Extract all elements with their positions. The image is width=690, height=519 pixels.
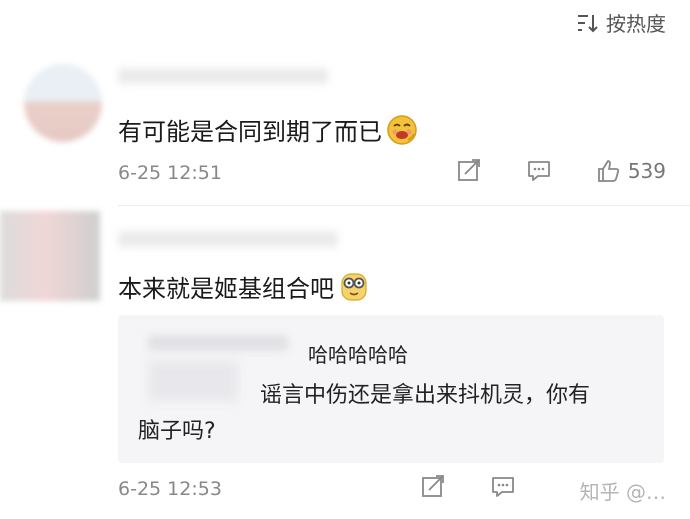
reply-button[interactable]: [490, 474, 516, 500]
username-blurred[interactable]: [118, 231, 338, 247]
avatar[interactable]: [24, 64, 102, 142]
like-count: 539: [627, 159, 666, 183]
username-blurred[interactable]: [118, 68, 328, 84]
reply-username-blurred[interactable]: [148, 335, 288, 351]
like-button[interactable]: 539: [596, 158, 666, 184]
share-button[interactable]: [420, 474, 446, 500]
comment-item: 有可能是合同到期了而已 6-25 12:51 539: [0, 54, 690, 204]
comment-screen: 按热度 有可能是合同到期了而已 6-25 12:51 539 本来就是姬基组合吧…: [0, 0, 690, 519]
reply-text-line: 谣言中伤还是拿出来抖机灵，你有: [260, 383, 591, 408]
comment-bubble-icon: [527, 161, 550, 181]
share-button[interactable]: [456, 158, 482, 184]
avatar[interactable]: [0, 211, 100, 301]
thumbs-up-icon: [597, 160, 619, 182]
comment-body: 有可能是合同到期了而已: [118, 118, 382, 146]
comment-time: 6-25 12:51: [118, 162, 222, 184]
comment-body: 本来就是姬基组合吧: [118, 275, 334, 303]
comment-text: 本来就是姬基组合吧: [118, 269, 370, 304]
comment-meta: 6-25 12:51 539: [118, 159, 666, 184]
share-icon: [422, 475, 444, 497]
reply-button[interactable]: [526, 158, 552, 184]
giggle-emoji-icon: [387, 115, 417, 145]
comment-bubble-icon: [492, 477, 514, 497]
comment-meta: 6-25 12:53 知乎 @…: [118, 475, 666, 504]
sort-label: 按热度: [606, 12, 666, 36]
watermark-text: 知乎 @…: [579, 480, 666, 504]
reply-blurred-block: [148, 361, 238, 401]
comment-item: 本来就是姬基组合吧 哈哈哈哈哈 谣言中伤还是拿出来抖机灵，你有 脑子吗? 6-2…: [0, 205, 690, 519]
glasses-emoji-icon: [341, 273, 367, 301]
reply-text-line: 脑子吗?: [138, 419, 216, 444]
sort-by-heat-button[interactable]: 按热度: [576, 8, 666, 37]
reply-text-line: 哈哈哈哈哈: [308, 343, 408, 367]
share-icon: [457, 159, 480, 181]
comment-actions: 539: [456, 158, 666, 184]
comment-text: 有可能是合同到期了而已: [118, 112, 418, 147]
reply-quote-box[interactable]: 哈哈哈哈哈 谣言中伤还是拿出来抖机灵，你有 脑子吗?: [118, 315, 664, 463]
sort-icon: [578, 14, 598, 32]
comment-time: 6-25 12:53: [118, 478, 222, 500]
